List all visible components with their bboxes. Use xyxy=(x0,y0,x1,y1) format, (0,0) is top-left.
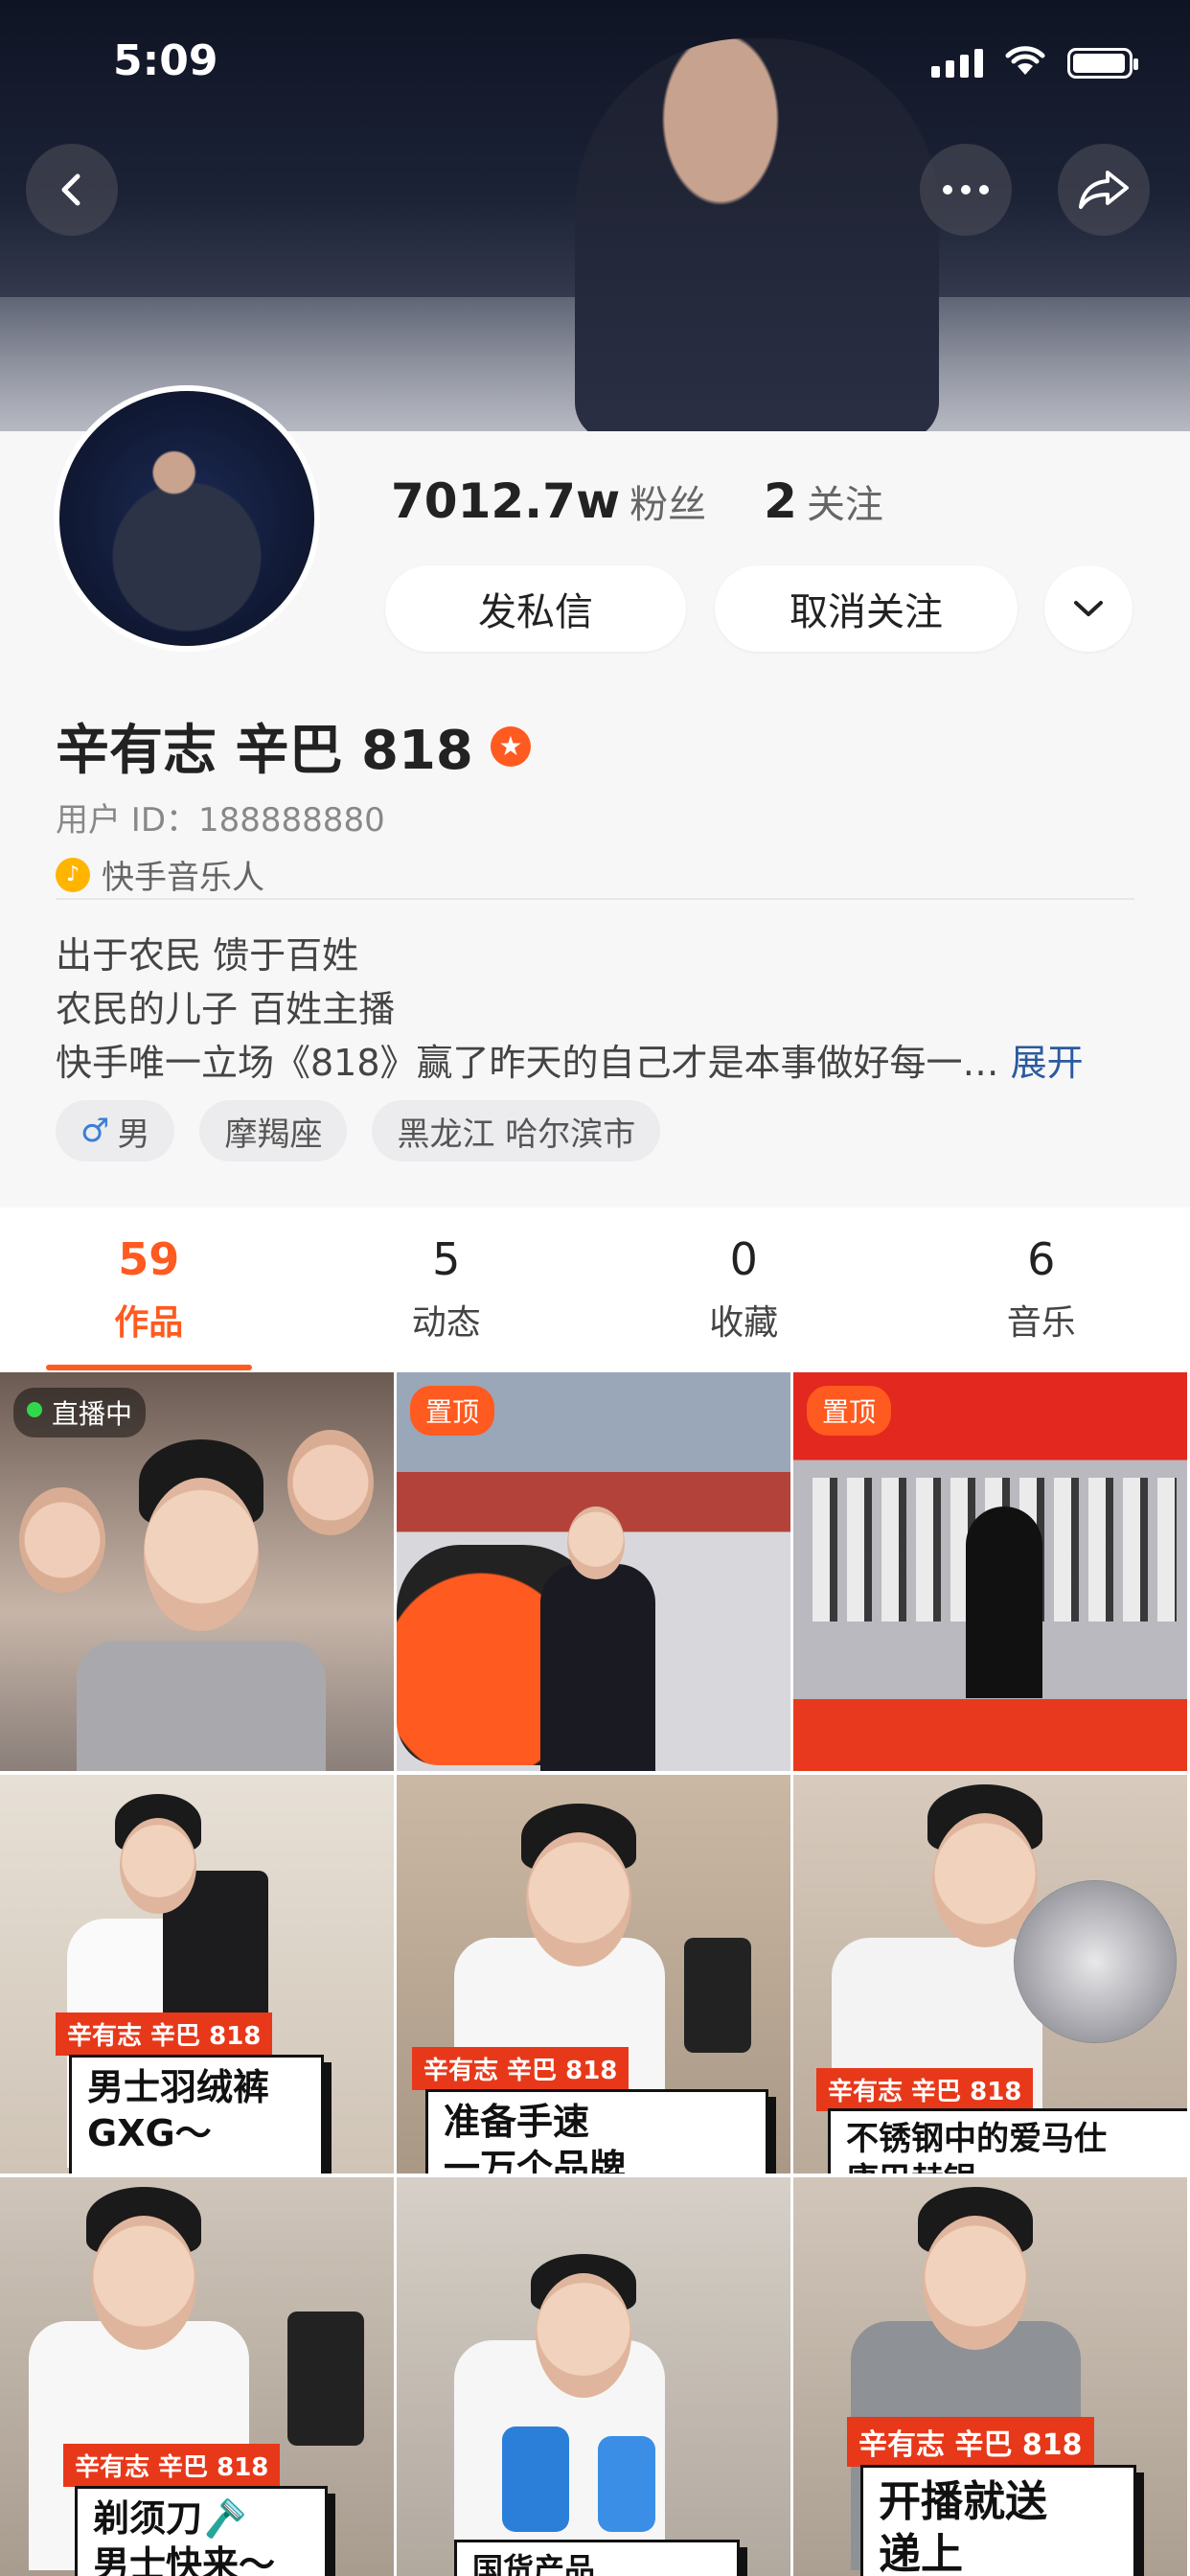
bio-line-3: 快手唯一立场《818》赢了昨天的自己才是本事做好每一… xyxy=(56,1042,999,1084)
video-thumbnail[interactable]: 辛有志 辛巴 818 开播就送 递上 xyxy=(793,2177,1190,2576)
banner-photo xyxy=(575,38,939,431)
back-arrow-icon xyxy=(61,173,80,206)
video-thumbnail[interactable]: 直播中 xyxy=(0,1372,397,1771)
share-button[interactable] xyxy=(1058,144,1150,236)
tab-moments[interactable]: 5 动态 xyxy=(298,1208,596,1370)
bio-line-2: 农民的儿子 百姓主播 xyxy=(56,988,396,1030)
video-caption: 男士羽绒裤 GXG～ xyxy=(69,2055,324,2174)
tab-works[interactable]: 59 作品 xyxy=(0,1208,298,1370)
battery-icon xyxy=(1067,48,1138,79)
profile-name: 辛有志 辛巴 818 xyxy=(56,720,473,782)
following-label[interactable]: 关注 xyxy=(807,473,883,529)
video-grid: 直播中 置顶 置顶 辛有志 辛巴 818 男士羽绒裤 GXG～ 辛有志 辛巴 8… xyxy=(0,1372,1190,2576)
back-button[interactable] xyxy=(26,144,118,236)
male-icon: ♂ xyxy=(80,1112,110,1150)
share-icon xyxy=(1079,171,1129,209)
divider xyxy=(56,898,1134,900)
bio-line-3-row: 快手唯一立场《818》赢了昨天的自己才是本事做好每一… 展开 xyxy=(56,1033,1084,1086)
more-actions-button[interactable] xyxy=(1044,565,1133,652)
video-thumbnail[interactable]: 辛有志 辛巴 818 准备手速 一万个品牌 xyxy=(397,1775,793,2174)
tab-count: 0 xyxy=(729,1233,758,1285)
verified-star-icon[interactable]: ★ xyxy=(490,725,531,767)
music-creator-tag[interactable]: ♪ 快手音乐人 xyxy=(56,851,264,898)
more-icon xyxy=(943,185,989,195)
music-note-icon: ♪ xyxy=(56,857,90,892)
expand-bio-link[interactable]: 展开 xyxy=(1011,1042,1084,1084)
video-thumbnail[interactable]: 置顶 xyxy=(793,1372,1190,1771)
tab-music[interactable]: 6 音乐 xyxy=(893,1208,1190,1370)
gender-label: 男 xyxy=(117,1115,150,1154)
tab-label: 动态 xyxy=(411,1303,481,1343)
following-count[interactable]: 2 xyxy=(764,473,797,529)
followers-label[interactable]: 粉丝 xyxy=(629,473,706,529)
video-caption: 国货产品 xyxy=(454,2540,740,2576)
more-button[interactable] xyxy=(920,144,1012,236)
music-tag-label: 快手音乐人 xyxy=(102,859,264,897)
wifi-icon xyxy=(1004,44,1046,82)
video-thumbnail[interactable]: 国货产品 xyxy=(397,2177,793,2576)
unfollow-button[interactable]: 取消关注 xyxy=(715,565,1018,652)
video-thumbnail[interactable]: 辛有志 辛巴 818 男士羽绒裤 GXG～ xyxy=(0,1775,397,2174)
live-badge: 直播中 xyxy=(13,1388,147,1438)
tab-favorites[interactable]: 0 收藏 xyxy=(595,1208,893,1370)
tab-label: 作品 xyxy=(114,1303,184,1343)
video-caption: 剃须刀🪒 男士快来～ xyxy=(75,2486,328,2576)
tab-count: 5 xyxy=(432,1233,461,1285)
shop-tag: 辛有志 辛巴 818 xyxy=(412,2047,629,2090)
followers-count[interactable]: 7012.7w xyxy=(391,473,620,529)
tab-label: 音乐 xyxy=(1006,1303,1076,1343)
avatar[interactable] xyxy=(54,385,320,652)
location-tag: 黑龙江 哈尔滨市 xyxy=(372,1100,661,1162)
video-caption: 开播就送 递上 xyxy=(860,2465,1136,2576)
pinned-badge: 置顶 xyxy=(807,1386,892,1436)
content-tabs: 59 作品 5 动态 0 收藏 6 音乐 xyxy=(0,1208,1190,1370)
video-thumbnail[interactable]: 辛有志 辛巴 818 不锈钢中的爱马仕 康巴赫锅 xyxy=(793,1775,1190,2174)
user-id[interactable]: 用户 ID：188888880 xyxy=(56,794,385,840)
video-thumbnail[interactable]: 辛有志 辛巴 818 剃须刀🪒 男士快来～ xyxy=(0,2177,397,2576)
video-thumbnail[interactable]: 置顶 xyxy=(397,1372,793,1771)
chevron-down-icon xyxy=(1074,601,1103,616)
gender-tag: ♂ 男 xyxy=(56,1100,175,1162)
status-time: 5:09 xyxy=(113,36,218,85)
follower-stats: 7012.7w 粉丝 2 关注 xyxy=(391,473,883,529)
signal-icon xyxy=(931,49,983,78)
status-icons xyxy=(931,44,1138,82)
shop-tag: 辛有志 辛巴 818 xyxy=(847,2417,1094,2467)
video-caption: 准备手速 一万个品牌 xyxy=(425,2089,768,2174)
shop-tag: 辛有志 辛巴 818 xyxy=(816,2068,1034,2111)
profile-tags: ♂ 男 摩羯座 黑龙江 哈尔滨市 xyxy=(56,1100,661,1162)
bio-line-1: 出于农民 馈于百姓 xyxy=(56,934,359,977)
tab-count: 6 xyxy=(1027,1233,1056,1285)
message-button[interactable]: 发私信 xyxy=(385,565,686,652)
video-caption: 不锈钢中的爱马仕 康巴赫锅 xyxy=(828,2108,1187,2174)
profile-name-row: 辛有志 辛巴 818 ★ xyxy=(56,707,531,785)
zodiac-tag: 摩羯座 xyxy=(199,1100,348,1162)
tab-label: 收藏 xyxy=(709,1303,779,1343)
shop-tag: 辛有志 辛巴 818 xyxy=(56,2012,273,2056)
pinned-badge: 置顶 xyxy=(410,1386,495,1436)
tab-count: 59 xyxy=(118,1233,180,1285)
shop-tag: 辛有志 辛巴 818 xyxy=(63,2444,281,2487)
